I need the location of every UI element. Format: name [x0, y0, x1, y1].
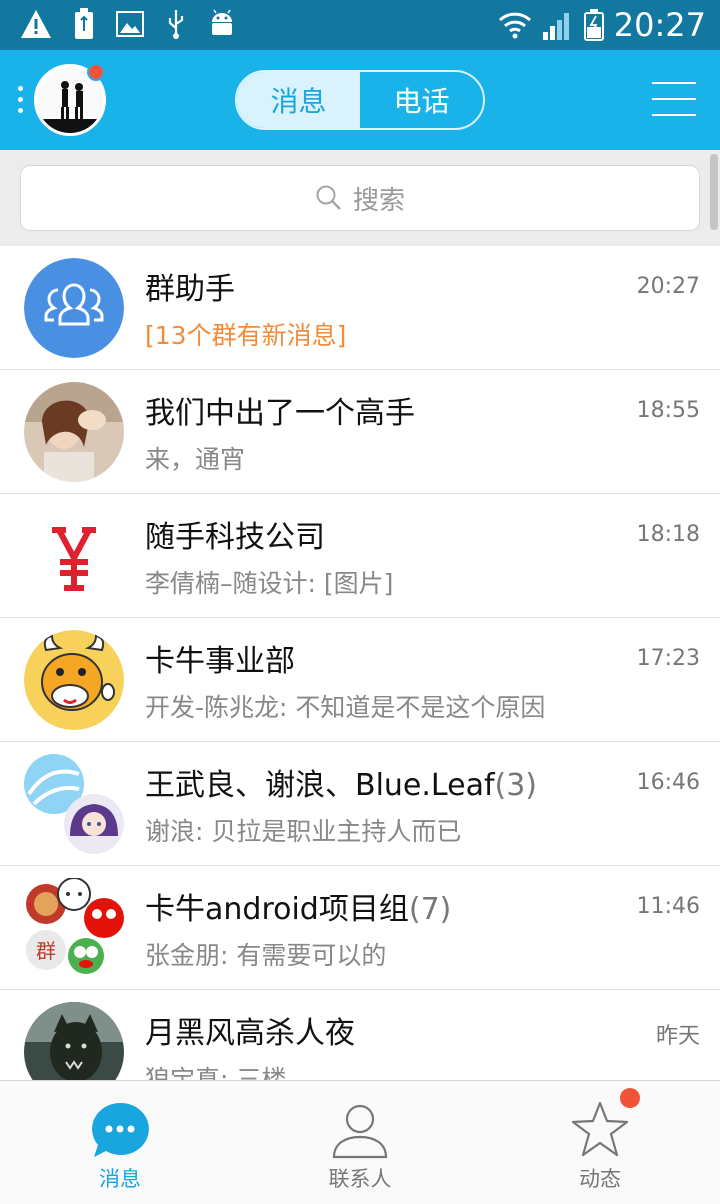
- usb-battery-icon: [75, 8, 93, 39]
- search-placeholder: 搜索: [352, 185, 405, 216]
- status-left-icons: [20, 8, 236, 40]
- conversation-last-message: 张金朋: 有需要可以的: [145, 941, 387, 970]
- avatar-notification-badge: [87, 63, 105, 81]
- search-input[interactable]: 搜索: [20, 165, 700, 231]
- app-header: 消息 电话: [0, 50, 720, 150]
- conversation-row[interactable]: 随手科技公司 李倩楠–随设计: [图片] 18:18: [0, 494, 720, 618]
- conversation-name: 我们中出了一个高手: [145, 388, 415, 432]
- conversation-title: 我们中出了一个高手: [145, 396, 415, 431]
- conversation-name: 王武良、谢浪、Blue.Leaf(3): [145, 760, 537, 804]
- android-icon: [212, 9, 232, 35]
- conversation-row[interactable]: 王武良、谢浪、Blue.Leaf(3) 谢浪: 贝拉是职业主持人而已 16:46: [0, 742, 720, 866]
- scrollbar-thumb[interactable]: [710, 154, 718, 230]
- bottom-tab-bar: 消息 联系人 动态: [0, 1080, 720, 1204]
- werewolf-avatar: [24, 1002, 124, 1080]
- conversation-last-message: 李倩楠–随设计: [图片]: [145, 569, 394, 598]
- conversation-last-message: [13个群有新消息]: [145, 321, 347, 350]
- tab-bar-moments[interactable]: 动态: [480, 1081, 720, 1204]
- tab-label: 联系人: [328, 1167, 392, 1191]
- search-icon: [316, 185, 341, 210]
- image-icon: [116, 11, 144, 37]
- warning-icon: [21, 10, 51, 38]
- conversation-name: 月黑风高杀人夜: [145, 1008, 355, 1052]
- member-count: (3): [494, 768, 538, 803]
- conversation-list: 群助手 [13个群有新消息] 20:27 我们中出了一个高手 来，通宵 18:5…: [0, 246, 720, 1080]
- tab-label: 消息: [99, 1167, 141, 1191]
- conversation-time: 昨天: [655, 1024, 700, 1049]
- conversation-time: 18:55: [636, 398, 700, 423]
- conversation-time: 18:18: [636, 522, 700, 547]
- conversation-last-message: 开发-陈兆龙: 不知道是不是这个原因: [145, 693, 546, 722]
- conversation-row[interactable]: 群助手 [13个群有新消息] 20:27: [0, 246, 720, 370]
- conversation-title: 随手科技公司: [145, 520, 325, 555]
- conversation-title: 月黑风高杀人夜: [145, 1016, 355, 1051]
- member-count: (7): [408, 892, 452, 927]
- tab-bar-messages[interactable]: 消息: [0, 1081, 240, 1204]
- status-time: 20:27: [613, 6, 706, 44]
- search-bar-container: 搜索: [0, 150, 720, 246]
- group-assistant-avatar: [24, 258, 124, 358]
- conversation-last-message: 狼宝真: 三楼: [145, 1065, 287, 1080]
- conversation-time: 20:27: [636, 274, 700, 299]
- more-dots-icon[interactable]: [18, 86, 24, 116]
- segment-control: 消息 电话: [235, 70, 485, 130]
- conversation-name: 卡牛事业部: [145, 636, 295, 680]
- wifi-icon: [498, 12, 531, 39]
- conversation-time: 17:23: [636, 646, 700, 671]
- multi-member-avatar: 群: [24, 878, 124, 978]
- battery-icon: [583, 9, 604, 41]
- conversation-name: 群助手: [145, 264, 235, 308]
- conversation-time: 16:46: [636, 770, 700, 795]
- conversation-row[interactable]: 我们中出了一个高手 来，通宵 18:55: [0, 370, 720, 494]
- tab-messages[interactable]: 消息: [237, 72, 360, 128]
- tab-bar-contacts[interactable]: 联系人: [240, 1081, 480, 1204]
- conversation-title: 卡牛事业部: [145, 644, 295, 679]
- status-right-icons: 20:27: [498, 4, 706, 46]
- status-bar: 20:27: [0, 0, 720, 50]
- conversation-time: 11:46: [636, 894, 700, 919]
- conversation-row[interactable]: 群 卡牛android项目组(7) 张金朋: 有需要可以的 11:46: [0, 866, 720, 990]
- conversation-row[interactable]: 月黑风高杀人夜 狼宝真: 三楼 昨天: [0, 990, 720, 1080]
- tab-label: 动态: [579, 1167, 621, 1191]
- usb-icon: [168, 10, 184, 39]
- tab-calls[interactable]: 电话: [360, 72, 483, 128]
- conversation-title: 卡牛android项目组: [145, 892, 409, 927]
- conversation-name: 随手科技公司: [145, 512, 325, 556]
- multi-member-avatar: [24, 754, 124, 854]
- conversation-name: 卡牛android项目组(7): [145, 884, 451, 928]
- moments-notification-badge: [620, 1088, 640, 1108]
- conversation-title: 王武良、谢浪、Blue.Leaf: [145, 768, 495, 803]
- conversation-last-message: 来，通宵: [145, 445, 246, 474]
- yen-logo-avatar: [24, 506, 124, 606]
- conversation-title: 群助手: [145, 272, 235, 307]
- contact-icon: [332, 1104, 388, 1159]
- conversation-row[interactable]: 卡牛事业部 开发-陈兆龙: 不知道是不是这个原因 17:23: [0, 618, 720, 742]
- svg-text:群: 群: [36, 939, 56, 963]
- conversation-last-message: 谢浪: 贝拉是职业主持人而已: [145, 817, 462, 846]
- signal-icon: [542, 13, 569, 40]
- girl-photo-avatar: [24, 382, 124, 482]
- cow-cartoon-avatar: [24, 630, 124, 730]
- menu-icon[interactable]: [652, 82, 696, 118]
- star-icon: [571, 1101, 629, 1157]
- chat-bubble-icon: [92, 1102, 149, 1157]
